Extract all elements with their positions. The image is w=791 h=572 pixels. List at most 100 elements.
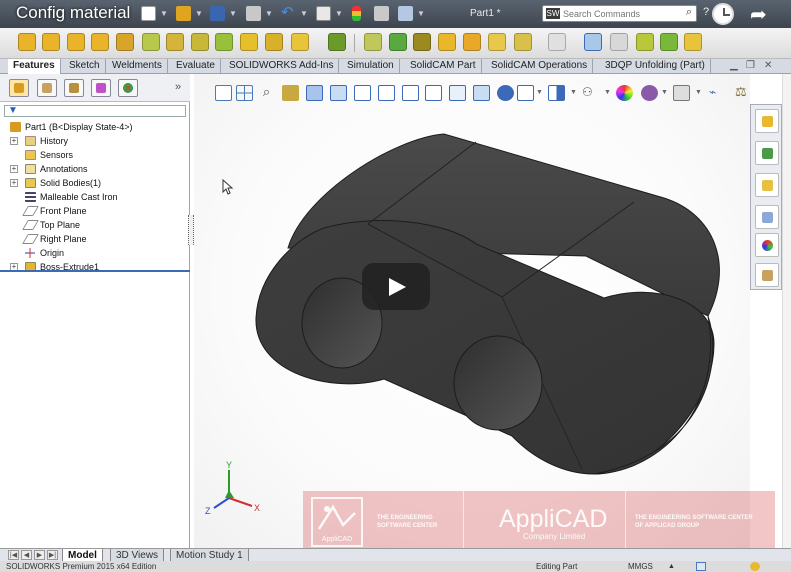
feature-tree-filter[interactable]: ▼: [4, 105, 186, 117]
dimxpert-manager-tab[interactable]: [91, 79, 111, 97]
tree-item-origin[interactable]: Origin: [0, 246, 190, 260]
configuration-manager-tab[interactable]: [64, 79, 84, 97]
help-icon[interactable]: ?: [703, 6, 709, 18]
status-units[interactable]: MMGS: [628, 561, 653, 572]
appearances-button[interactable]: [755, 233, 779, 257]
fillet-icon[interactable]: [291, 33, 309, 51]
part-model[interactable]: [194, 74, 750, 548]
boundary-boss-icon[interactable]: [116, 33, 134, 51]
file-properties-icon[interactable]: [374, 6, 389, 21]
tab-solidcam-operations[interactable]: SolidCAM Operations: [486, 59, 594, 73]
intersect-icon[interactable]: [463, 33, 481, 51]
curves-icon[interactable]: [548, 33, 566, 51]
more-tabs-chevron-icon[interactable]: »: [175, 81, 181, 93]
last-tab-arrow-icon[interactable]: ▶|: [47, 550, 58, 560]
expand-icon[interactable]: +: [10, 137, 18, 145]
tree-item-history[interactable]: + History: [0, 134, 190, 148]
triad-z-label: Z: [205, 506, 211, 516]
save-icon[interactable]: [210, 6, 225, 21]
wrap-icon[interactable]: [438, 33, 456, 51]
tab-sketch[interactable]: Sketch: [64, 59, 106, 73]
select-pointer-icon[interactable]: [316, 6, 331, 21]
units-dropdown-arrow-icon[interactable]: ▲: [668, 561, 675, 572]
dropdown-arrow-icon[interactable]: ▼: [229, 9, 237, 18]
feature-manager-tree-tab[interactable]: [9, 79, 29, 97]
revolved-boss-icon[interactable]: [42, 33, 60, 51]
dropdown-arrow-icon[interactable]: ▼: [417, 9, 425, 18]
revolved-cut-icon[interactable]: [191, 33, 209, 51]
prev-tab-arrow-icon[interactable]: ◀: [21, 550, 32, 560]
watch-later-icon[interactable]: [712, 3, 734, 25]
swept-boss-icon[interactable]: [67, 33, 85, 51]
property-manager-tab[interactable]: [37, 79, 57, 97]
tree-item-right-plane[interactable]: Right Plane: [0, 232, 190, 246]
right-hole[interactable]: [453, 335, 543, 431]
close-icon[interactable]: ✕: [764, 60, 772, 71]
options-icon[interactable]: [398, 6, 413, 21]
tree-item-solid-bodies[interactable]: + Solid Bodies(1): [0, 176, 190, 190]
dropdown-arrow-icon[interactable]: ▼: [300, 9, 308, 18]
tree-item-front-plane[interactable]: Front Plane: [0, 204, 190, 218]
restore-icon[interactable]: ❐: [746, 60, 755, 71]
custom-properties-button[interactable]: [755, 263, 779, 287]
share-icon[interactable]: ➦: [750, 2, 767, 27]
expand-icon[interactable]: +: [10, 165, 18, 173]
video-play-button[interactable]: [362, 263, 430, 310]
tab-simulation[interactable]: Simulation: [342, 59, 400, 73]
tab-solidcam-part[interactable]: SolidCAM Part: [405, 59, 482, 73]
dome-icon[interactable]: [684, 33, 702, 51]
linear-pattern-icon[interactable]: [328, 33, 346, 51]
rebuild-status-icon[interactable]: [750, 562, 760, 571]
hole-wizard-icon[interactable]: [166, 33, 184, 51]
move-face-icon[interactable]: [660, 33, 678, 51]
tab-3dqp-unfolding[interactable]: 3DQP Unfolding (Part): [600, 59, 711, 73]
solidworks-resources-button[interactable]: [755, 109, 779, 133]
rib-icon[interactable]: [364, 33, 382, 51]
tab-features[interactable]: Features: [8, 59, 61, 74]
tree-root-part[interactable]: Part1 (B<Display State-4>): [0, 120, 190, 134]
dropdown-arrow-icon[interactable]: ▼: [195, 9, 203, 18]
boundary-cut-icon[interactable]: [265, 33, 283, 51]
extruded-boss-icon[interactable]: [18, 33, 36, 51]
design-library-button[interactable]: [755, 141, 779, 165]
lofted-boss-icon[interactable]: [91, 33, 109, 51]
tree-item-annotations[interactable]: + Annotations: [0, 162, 190, 176]
help-status-icon[interactable]: [696, 562, 706, 571]
open-folder-icon[interactable]: [176, 6, 191, 21]
file-explorer-button[interactable]: [755, 173, 779, 197]
reference-geometry-icon[interactable]: [514, 33, 532, 51]
tree-item-top-plane[interactable]: Top Plane: [0, 218, 190, 232]
print-icon[interactable]: [246, 6, 261, 21]
scale-icon[interactable]: [610, 33, 628, 51]
expand-icon[interactable]: +: [10, 179, 18, 187]
search-icon[interactable]: ⌕: [686, 6, 692, 19]
display-manager-tab[interactable]: [118, 79, 138, 97]
search-commands-box[interactable]: SW ⌕: [542, 5, 697, 22]
dropdown-arrow-icon[interactable]: ▼: [335, 9, 343, 18]
next-tab-arrow-icon[interactable]: ▶: [34, 550, 45, 560]
rebuild-icon[interactable]: [352, 6, 361, 21]
undo-icon[interactable]: ↶: [281, 5, 296, 21]
draft-icon[interactable]: [389, 33, 407, 51]
first-tab-arrow-icon[interactable]: |◀: [8, 550, 19, 560]
swept-cut-icon[interactable]: [215, 33, 233, 51]
tab-weldments[interactable]: Weldments: [107, 59, 168, 73]
extruded-cut-icon[interactable]: [142, 33, 160, 51]
mirror-icon[interactable]: [488, 33, 506, 51]
tab-evaluate[interactable]: Evaluate: [171, 59, 221, 73]
dropdown-arrow-icon[interactable]: ▼: [265, 9, 273, 18]
tree-item-material[interactable]: Malleable Cast Iron: [0, 190, 190, 204]
shell-icon[interactable]: [413, 33, 431, 51]
tab-solidworks-addins[interactable]: SOLIDWORKS Add-Ins: [224, 59, 340, 73]
tree-item-sensors[interactable]: Sensors: [0, 148, 190, 162]
split-icon[interactable]: [636, 33, 654, 51]
lofted-cut-icon[interactable]: [240, 33, 258, 51]
new-document-icon[interactable]: [141, 6, 156, 21]
view-palette-button[interactable]: [755, 205, 779, 229]
video-title[interactable]: Config material: [16, 3, 130, 23]
minimize-icon[interactable]: ▁: [730, 60, 738, 71]
rollback-bar[interactable]: [0, 270, 190, 272]
dropdown-arrow-icon[interactable]: ▼: [160, 9, 168, 18]
search-commands-input[interactable]: [563, 7, 673, 20]
instant3d-icon[interactable]: [584, 33, 602, 51]
